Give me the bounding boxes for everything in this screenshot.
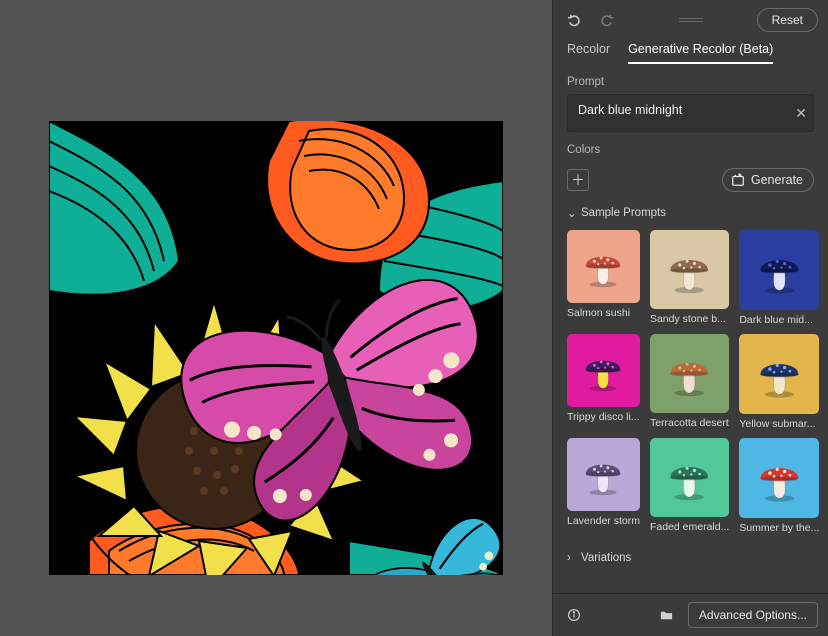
sample-prompt-item[interactable]: Dark blue mid... (739, 230, 819, 326)
sample-thumbnail (739, 438, 819, 518)
prompt-input[interactable]: Dark blue midnight ✕ (567, 94, 814, 132)
variations-label: Variations (581, 552, 631, 564)
info-icon[interactable] (563, 604, 585, 626)
sample-label: Trippy disco li... (567, 411, 640, 423)
undo-button[interactable] (563, 9, 585, 31)
tab-generative-recolor[interactable]: Generative Recolor (Beta) (628, 42, 773, 64)
sample-prompt-item[interactable]: Faded emerald... (650, 438, 729, 534)
add-color-button[interactable]: ＋ (567, 169, 589, 191)
artboard[interactable] (49, 121, 503, 575)
sample-prompt-item[interactable]: Lavender storm (567, 438, 640, 534)
sample-prompts-label: Sample Prompts (581, 207, 666, 219)
panel-gripper[interactable] (679, 18, 703, 22)
sample-label: Salmon sushi (567, 307, 640, 319)
variations-disclosure[interactable]: › Variations (553, 538, 828, 570)
prompt-section-label: Prompt (553, 64, 828, 94)
sample-prompts-disclosure[interactable]: ⌄ Sample Prompts (553, 192, 828, 226)
generate-icon (731, 173, 745, 187)
sample-label: Lavender storm (567, 515, 640, 527)
advanced-options-button[interactable]: Advanced Options... (688, 602, 818, 628)
colors-section-label: Colors (553, 132, 828, 162)
sample-label: Faded emerald... (650, 521, 729, 533)
prompt-clear-button[interactable]: ✕ (795, 106, 807, 120)
sample-prompt-item[interactable]: Trippy disco li... (567, 334, 640, 430)
generate-button[interactable]: Generate (722, 168, 814, 192)
panel-tabs: Recolor Generative Recolor (Beta) (553, 36, 828, 64)
canvas-area (0, 0, 552, 636)
redo-button[interactable] (595, 9, 617, 31)
sample-prompts-grid: Salmon sushi Sandy stone b... Dark blue … (553, 226, 828, 538)
sample-thumbnail (739, 334, 819, 414)
sample-thumbnail (650, 438, 729, 517)
reset-button[interactable]: Reset (757, 8, 818, 32)
folder-icon[interactable] (656, 604, 678, 626)
sample-label: Yellow submar... (739, 418, 819, 430)
sample-thumbnail (567, 334, 640, 407)
chevron-right-icon: › (567, 552, 575, 564)
sample-thumbnail (650, 230, 729, 309)
prompt-text: Dark blue midnight (578, 103, 682, 117)
sample-prompt-item[interactable]: Yellow submar... (739, 334, 819, 430)
generate-label: Generate (751, 173, 803, 187)
sample-thumbnail (567, 230, 640, 303)
sample-label: Summer by the... (739, 522, 819, 534)
recolor-panel: Reset Recolor Generative Recolor (Beta) … (552, 0, 828, 636)
sample-prompt-item[interactable]: Sandy stone b... (650, 230, 729, 326)
sample-prompt-item[interactable]: Salmon sushi (567, 230, 640, 326)
sample-thumbnail (650, 334, 729, 413)
chevron-down-icon: ⌄ (567, 206, 575, 220)
sample-label: Dark blue mid... (739, 314, 819, 326)
tab-recolor[interactable]: Recolor (567, 42, 610, 64)
sample-thumbnail (567, 438, 640, 511)
sample-thumbnail (739, 230, 819, 310)
sample-label: Sandy stone b... (650, 313, 729, 325)
panel-footer: Advanced Options... (553, 593, 828, 636)
sample-prompt-item[interactable]: Terracotta desert (650, 334, 729, 430)
sample-label: Terracotta desert (650, 417, 729, 429)
sample-prompt-item[interactable]: Summer by the... (739, 438, 819, 534)
artwork-illustration (49, 121, 503, 575)
